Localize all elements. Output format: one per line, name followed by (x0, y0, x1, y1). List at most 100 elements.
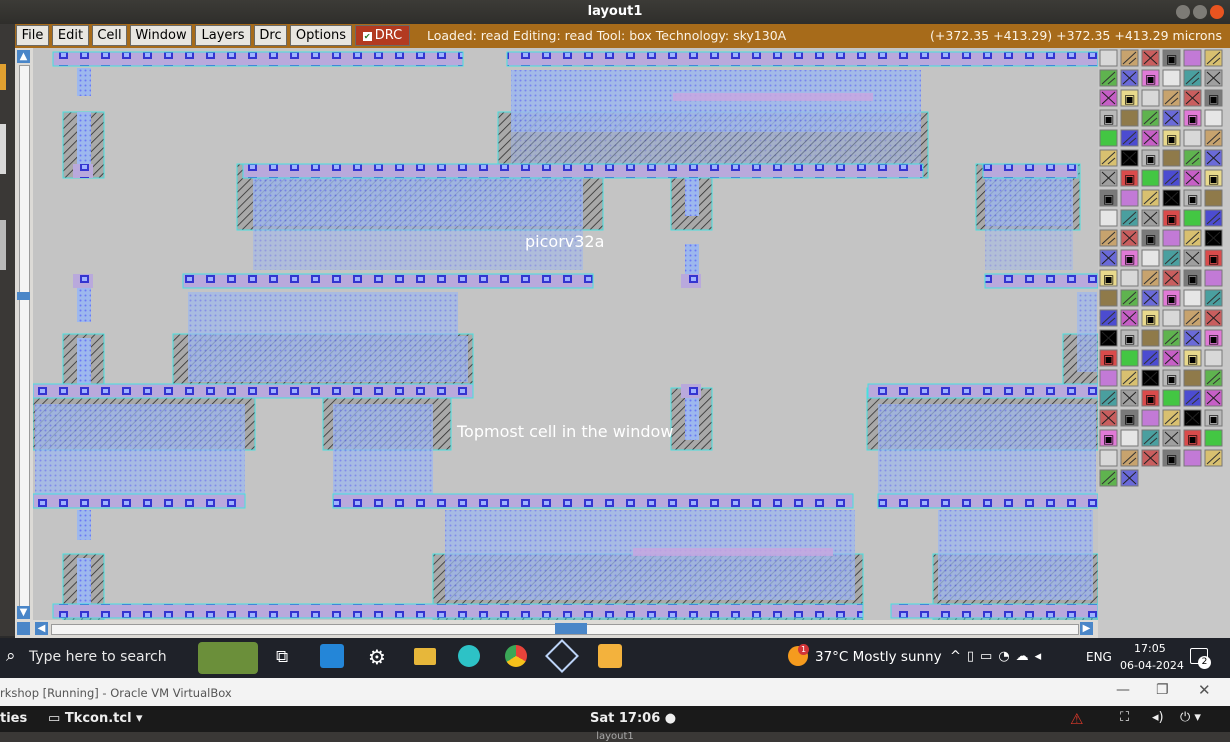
vscode-icon[interactable] (320, 644, 344, 668)
layer-swatch[interactable] (1099, 249, 1118, 267)
layer-swatch[interactable] (1204, 189, 1223, 207)
weather-text[interactable]: 37°C Mostly sunny (815, 649, 942, 665)
drc-toggle-button[interactable]: ✔ DRC (355, 25, 410, 46)
drc-checkbox-icon[interactable]: ✔ (362, 32, 372, 41)
layer-swatch[interactable] (1162, 189, 1181, 207)
layer-swatch[interactable] (1141, 49, 1160, 67)
layer-swatch[interactable] (1141, 349, 1160, 367)
layer-swatch[interactable] (1204, 389, 1223, 407)
layer-swatch[interactable] (1120, 149, 1139, 167)
layer-swatch[interactable] (1120, 389, 1139, 407)
layer-swatch[interactable] (1099, 229, 1118, 247)
settings-gear-icon[interactable]: ⚙ (368, 645, 386, 669)
layer-swatch[interactable] (1120, 449, 1139, 467)
layer-swatch[interactable] (1204, 309, 1223, 327)
layer-swatch[interactable]: ▣ (1162, 49, 1181, 67)
menu-drc[interactable]: Drc (254, 25, 287, 46)
layer-swatch[interactable] (1099, 389, 1118, 407)
layer-swatch[interactable] (1099, 369, 1118, 387)
layer-swatch[interactable] (1141, 269, 1160, 287)
task-view-icon[interactable]: ⧉ (276, 647, 288, 667)
layer-swatch[interactable] (1162, 89, 1181, 107)
layer-swatch[interactable] (1120, 269, 1139, 287)
layer-swatch[interactable] (1120, 129, 1139, 147)
taskbar-date[interactable]: 06-04-2024 (1120, 659, 1184, 672)
layer-swatch[interactable]: ▣ (1162, 369, 1181, 387)
layer-swatch[interactable]: ▣ (1141, 229, 1160, 247)
layer-swatch[interactable]: ▣ (1141, 149, 1160, 167)
layer-swatch[interactable]: ▣ (1162, 209, 1181, 227)
layer-swatch[interactable] (1162, 329, 1181, 347)
layer-swatch[interactable] (1183, 409, 1202, 427)
layer-swatch[interactable]: ▣ (1120, 89, 1139, 107)
layer-swatch[interactable] (1141, 429, 1160, 447)
virtualbox-icon[interactable] (545, 639, 579, 673)
layer-swatch[interactable] (1141, 409, 1160, 427)
layer-swatch[interactable] (1183, 69, 1202, 87)
layer-swatch[interactable]: ▣ (1099, 349, 1118, 367)
layer-swatch[interactable]: ▣ (1141, 389, 1160, 407)
vertical-scroll-track[interactable] (19, 65, 30, 607)
layer-swatch[interactable]: ▣ (1183, 189, 1202, 207)
layer-swatch[interactable] (1099, 289, 1118, 307)
layer-swatch[interactable] (1162, 409, 1181, 427)
dock-icon[interactable] (0, 220, 6, 270)
scroll-left-arrow-icon[interactable]: ◀ (35, 622, 48, 635)
layer-swatch[interactable]: ▣ (1204, 249, 1223, 267)
layer-swatch-grid[interactable]: ▣ ▣ ▣ ▣ ▣ ▣ ▣ ▣ ▣ ▣ ▣ ▣ ▣ ▣ ▣ ▣ ▣ ▣ ▣ ▣ ▣ ▣ ▣ ▣ ▣ ▣ ▣ ▣ ▣ ▣ ▣ (1098, 48, 1230, 488)
layer-swatch[interactable]: ▣ (1099, 269, 1118, 287)
layer-swatch[interactable] (1120, 49, 1139, 67)
vbox-maximize-icon[interactable]: ❐ (1156, 682, 1169, 698)
layer-swatch[interactable]: ▣ (1183, 349, 1202, 367)
layer-swatch[interactable]: ▣ (1120, 169, 1139, 187)
layer-swatch[interactable] (1120, 209, 1139, 227)
dock-icon[interactable] (0, 64, 6, 90)
layer-swatch[interactable] (1141, 109, 1160, 127)
layer-swatch[interactable] (1120, 109, 1139, 127)
layer-swatch[interactable] (1120, 349, 1139, 367)
layer-swatch[interactable]: ▣ (1183, 269, 1202, 287)
layer-swatch[interactable]: ▣ (1141, 69, 1160, 87)
warning-icon[interactable]: ⚠ (1070, 710, 1083, 728)
layer-swatch[interactable] (1141, 209, 1160, 227)
search-highlight-icon[interactable] (198, 642, 258, 674)
volume-icon[interactable]: ◂) (1152, 710, 1164, 725)
layer-swatch[interactable] (1204, 49, 1223, 67)
close-button[interactable] (1210, 5, 1224, 19)
layer-swatch[interactable] (1162, 169, 1181, 187)
layer-swatch[interactable] (1183, 309, 1202, 327)
menu-file[interactable]: File (16, 25, 49, 46)
layer-swatch[interactable] (1162, 149, 1181, 167)
layer-swatch[interactable]: ▣ (1120, 329, 1139, 347)
layer-swatch[interactable] (1099, 309, 1118, 327)
layer-swatch[interactable] (1141, 129, 1160, 147)
layer-swatch[interactable]: ▣ (1141, 309, 1160, 327)
scroll-up-arrow-icon[interactable]: ▲ (17, 50, 30, 63)
layer-swatch[interactable]: ▣ (1120, 409, 1139, 427)
layer-swatch[interactable] (1162, 349, 1181, 367)
layer-swatch[interactable] (1204, 69, 1223, 87)
layer-swatch[interactable] (1183, 249, 1202, 267)
layer-swatch[interactable] (1204, 269, 1223, 287)
menu-cell[interactable]: Cell (92, 25, 127, 46)
zoom-corner-icon[interactable] (17, 622, 30, 635)
layer-swatch[interactable] (1099, 129, 1118, 147)
power-menu-icon[interactable]: ⏻ ▾ (1180, 710, 1201, 725)
layer-swatch[interactable] (1183, 449, 1202, 467)
layer-swatch[interactable]: ▣ (1204, 89, 1223, 107)
layer-swatch[interactable] (1141, 449, 1160, 467)
layer-swatch[interactable] (1141, 369, 1160, 387)
maximize-button[interactable] (1193, 5, 1207, 19)
layer-swatch[interactable] (1204, 209, 1223, 227)
layer-swatch[interactable] (1120, 69, 1139, 87)
layout-canvas[interactable]: picorv32a Topmost cell in the window (33, 48, 1098, 620)
layer-swatch[interactable] (1162, 429, 1181, 447)
layer-swatch[interactable] (1204, 349, 1223, 367)
scroll-right-arrow-icon[interactable]: ▶ (1080, 622, 1093, 635)
layer-swatch[interactable]: ▣ (1183, 429, 1202, 447)
layer-swatch[interactable] (1120, 309, 1139, 327)
dock-icon[interactable] (0, 124, 6, 174)
layer-swatch[interactable] (1099, 409, 1118, 427)
layer-swatch[interactable] (1204, 289, 1223, 307)
layer-swatch[interactable]: ▣ (1099, 429, 1118, 447)
